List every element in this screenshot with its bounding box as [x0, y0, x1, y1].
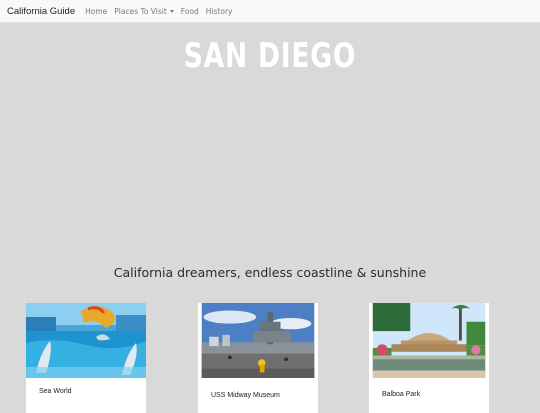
card-uss-midway[interactable]: USS Midway Museum: [198, 303, 318, 413]
balboa-park-image: [372, 303, 486, 378]
card-sea-world[interactable]: Sea World: [26, 303, 146, 413]
caret-down-icon: [169, 9, 174, 13]
nav-link-history[interactable]: History: [206, 7, 233, 16]
navbar: California Guide Home Places To Visit Fo…: [0, 0, 540, 23]
nav-links: Home Places To Visit Food History: [85, 7, 239, 16]
nav-link-home[interactable]: Home: [85, 7, 107, 16]
card-balboa-park[interactable]: Balboa Park: [369, 303, 489, 413]
nav-link-food[interactable]: Food: [181, 7, 199, 16]
uss-midway-image: [201, 303, 315, 378]
nav-dropdown-places[interactable]: Places To Visit: [114, 7, 174, 16]
nav-link-food-label: Food: [180, 6, 199, 16]
hero-title: SAN DIEGO: [183, 36, 357, 76]
card-title-balboa-park: Balboa Park: [382, 391, 421, 398]
card-title-uss-midway: USS Midway Museum: [211, 392, 280, 399]
nav-link-history-label: History: [205, 6, 233, 16]
card-title-sea-world: Sea World: [39, 388, 72, 395]
nav-link-home-label: Home: [85, 6, 108, 16]
sea-world-image: [26, 303, 146, 378]
hero-tagline: California dreamers, endless coastline &…: [113, 265, 427, 280]
nav-dropdown-places-label: Places To Visit: [114, 6, 167, 16]
brand-link[interactable]: California Guide: [7, 6, 75, 17]
